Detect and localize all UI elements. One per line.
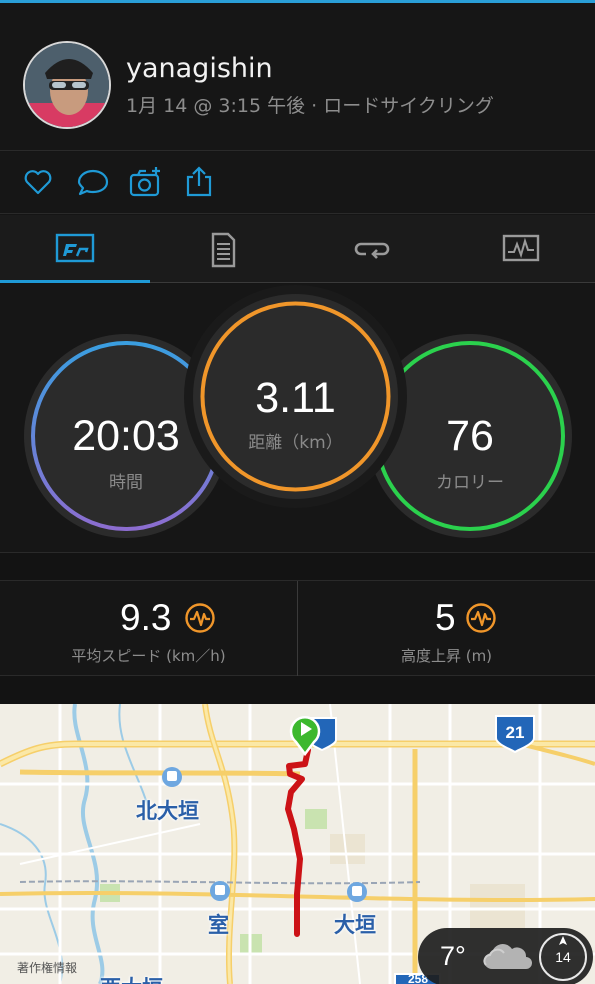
map-copyright[interactable]: 著作権情報 — [17, 959, 77, 976]
route-shield-21-label: 21 — [505, 723, 525, 742]
wind-indicator: 14 — [539, 933, 587, 981]
elevation-value: 5 — [435, 597, 456, 638]
share-button[interactable] — [184, 166, 216, 198]
stats-list-icon — [211, 232, 236, 268]
tab-stats[interactable] — [148, 215, 296, 283]
active-tab-indicator — [0, 280, 150, 283]
share-icon — [186, 166, 212, 197]
map-label-ogaki: 大垣 — [334, 913, 376, 937]
elevation-metric[interactable]: 5 高度上昇 (m) — [298, 581, 595, 677]
map-label-nishiogaki: 西大垣 — [100, 972, 163, 984]
section-gap — [0, 676, 595, 704]
trend-icon — [185, 603, 215, 633]
map-label-kitaogaki: 北大垣 — [136, 799, 199, 823]
calories-stat: 76 カロリー — [368, 334, 572, 538]
heart-icon — [24, 170, 52, 195]
laps-icon — [354, 242, 390, 259]
metrics-row: 9.3 平均スピード (km／h) 5 高度上昇 (m) — [0, 580, 595, 677]
like-button[interactable] — [22, 166, 54, 198]
avg-speed-label: 平均スピード (km／h) — [71, 647, 226, 665]
comment-button[interactable] — [76, 166, 109, 198]
elevation-label: 高度上昇 (m) — [400, 647, 493, 665]
wind-speed: 14 — [555, 949, 571, 965]
avg-speed-metric[interactable]: 9.3 平均スピード (km／h) — [0, 581, 297, 677]
chart-icon — [502, 234, 540, 262]
tab-bar — [0, 215, 595, 283]
summary-stats: 20:03 時間 76 カロリー 3.11 距離（km） — [0, 284, 595, 552]
avatar-photo — [25, 43, 109, 127]
calories-value: 76 — [446, 412, 494, 460]
activity-subtitle: 1月 14 @ 3:15 午後 · ロードサイクリング — [126, 95, 494, 117]
activity-header: yanagishin 1月 14 @ 3:15 午後 · ロードサイクリング — [0, 3, 595, 151]
calories-label: カロリー — [436, 473, 504, 493]
weather-temp: 7° — [440, 941, 466, 971]
add-photo-button[interactable] — [129, 166, 161, 198]
avatar[interactable] — [23, 41, 111, 129]
map-label-muro: 室 — [208, 913, 229, 937]
distance-stat: 3.11 距離（km） — [193, 294, 398, 499]
section-gap — [0, 552, 595, 580]
trend-icon — [466, 603, 496, 633]
distance-value: 3.11 — [255, 374, 336, 422]
cloud-icon — [483, 944, 532, 969]
weather-badge[interactable]: 7° 14 — [418, 928, 593, 984]
username[interactable]: yanagishin — [126, 53, 273, 84]
comment-icon — [77, 169, 109, 196]
avg-speed-value: 9.3 — [120, 597, 172, 638]
tab-charts[interactable] — [446, 215, 594, 283]
overview-icon — [55, 233, 95, 263]
action-bar — [0, 152, 595, 214]
camera-add-icon — [129, 167, 160, 197]
tab-laps[interactable] — [297, 215, 445, 283]
distance-label: 距離（km） — [248, 433, 343, 453]
tab-overview[interactable] — [0, 215, 148, 283]
